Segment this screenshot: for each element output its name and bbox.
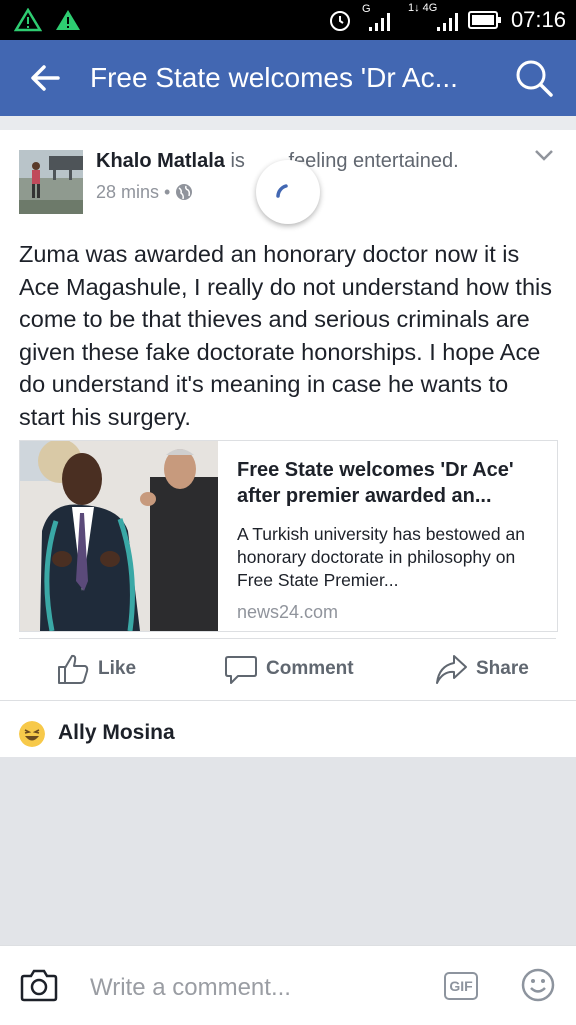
comment-button[interactable]: Comment <box>224 652 354 686</box>
comment-bubble-icon <box>225 656 257 684</box>
comment-composer: Write a comment... GIF <box>0 945 576 1025</box>
reactor-name[interactable]: Ally Mosina <box>58 721 175 745</box>
post-body: Zuma was awarded an honorary doctor now … <box>19 241 552 430</box>
meta-separator: • <box>164 182 171 202</box>
laughing-emoji-icon <box>19 721 45 747</box>
link-source: news24.com <box>237 602 339 622</box>
gif-button[interactable]: GIF <box>444 972 478 1000</box>
thumbs-up-icon <box>58 654 89 684</box>
like-button[interactable]: Like <box>56 652 136 686</box>
page-title: Free State welcomes 'Dr Ac... <box>90 62 458 93</box>
link-preview[interactable]: Free State welcomes 'Dr Ace' after premi… <box>19 440 558 632</box>
link-thumbnail <box>20 441 218 631</box>
empty-comments-area <box>0 757 576 945</box>
like-label: Like <box>98 658 137 679</box>
status-bar: G 1↓ 4G 07:16 <box>0 0 576 40</box>
link-title[interactable]: Free State welcomes 'Dr Ace' after premi… <box>237 457 537 509</box>
post-time[interactable]: 28 mins <box>96 182 159 202</box>
author-name[interactable]: Khalo Matlala <box>96 150 225 172</box>
battery-icon <box>468 11 501 29</box>
warning-triangle-icon <box>14 8 42 32</box>
link-description: A Turkish university has bestowed an hon… <box>237 524 525 590</box>
smiley-icon[interactable] <box>521 968 555 1002</box>
share-label: Share <box>476 658 529 679</box>
loading-spinner <box>256 160 320 224</box>
warning-filled-icon <box>56 10 80 30</box>
post-card: Khalo Matlala is feeling entertained. 28… <box>0 130 576 700</box>
comment-label: Comment <box>266 658 354 679</box>
post-meta: 28 mins • <box>96 182 193 203</box>
comment-input[interactable]: Write a comment... <box>90 974 291 1002</box>
reaction-row[interactable]: Ally Mosina <box>0 701 576 757</box>
arrow-left-icon[interactable] <box>28 62 62 94</box>
author-avatar[interactable] <box>19 150 83 214</box>
chevron-down-icon[interactable] <box>534 148 554 162</box>
clock-time: 07:16 <box>510 7 566 32</box>
activity-prefix: is <box>230 150 245 172</box>
signal-icon <box>369 13 390 31</box>
alarm-clock-icon <box>330 11 350 31</box>
app-bar: Free State welcomes 'Dr Ac... <box>0 40 576 116</box>
search-icon[interactable] <box>514 58 554 98</box>
share-button[interactable]: Share <box>434 652 529 686</box>
top-separator <box>0 116 576 130</box>
actions-divider <box>19 638 556 639</box>
signal-icon-2 <box>437 13 458 31</box>
camera-icon[interactable] <box>20 968 58 1002</box>
globe-icon <box>176 184 193 200</box>
share-arrow-icon <box>436 655 467 684</box>
